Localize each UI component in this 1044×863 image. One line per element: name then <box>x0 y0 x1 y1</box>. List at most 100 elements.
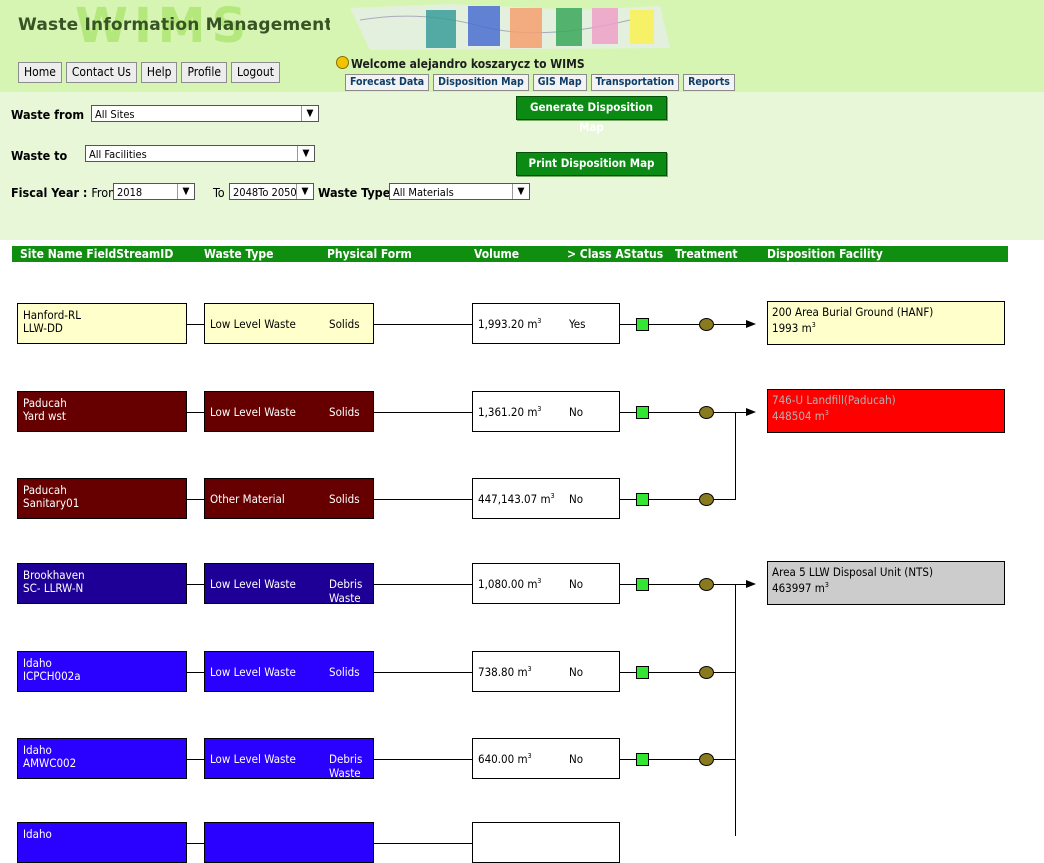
print-disposition-map-button[interactable]: Print Disposition Map <box>516 152 667 176</box>
tab-forecast-data[interactable]: Forecast Data <box>345 74 430 91</box>
volume-value: 1,080.00 m3 <box>478 577 542 591</box>
volume-box[interactable] <box>472 822 620 863</box>
volume-box[interactable]: 447,143.07 m3 No <box>472 478 620 519</box>
to-label: To <box>213 185 225 200</box>
volume-box[interactable]: 1,993.20 m3 Yes <box>472 303 620 344</box>
treatment-node[interactable] <box>699 666 714 679</box>
volume-box[interactable]: 640.00 m3 No <box>472 738 620 779</box>
tab-disposition-map[interactable]: Disposition Map <box>433 74 529 91</box>
fiscal-year-label: Fiscal Year : From <box>11 185 119 200</box>
physical-form: Debris Waste <box>329 752 363 780</box>
bus-line <box>735 584 736 836</box>
connector-line <box>714 584 735 585</box>
treatment-node[interactable] <box>699 318 714 331</box>
waste-from-label: Waste from <box>11 107 85 122</box>
treatment-node[interactable] <box>699 578 714 591</box>
connector-line <box>620 412 637 413</box>
waste-type-box[interactable]: Low Level Waste Solids <box>204 391 374 432</box>
waste-type-box[interactable]: Low Level Waste Solids <box>204 303 374 344</box>
col-treatment: Treatment <box>675 247 738 261</box>
from-year-select[interactable]: 2018 ▼ <box>113 183 195 200</box>
waste-from-select[interactable]: All Sites ▼ <box>91 105 319 122</box>
volume-box[interactable]: 1,361.20 m3 No <box>472 391 620 432</box>
site-box[interactable]: Paducah Yard wst <box>17 391 187 432</box>
waste-type-select[interactable]: All Materials ▼ <box>389 183 530 200</box>
treatment-node[interactable] <box>699 493 714 506</box>
connector-line <box>374 759 472 760</box>
tab-reports[interactable]: Reports <box>683 74 735 91</box>
class-a-status: No <box>569 577 584 591</box>
waste-to-value: All Facilities <box>89 148 147 161</box>
profile-button[interactable]: Profile <box>181 62 228 83</box>
class-a-status: No <box>569 492 584 506</box>
col-site-name: Site Name FieldStreamID <box>20 247 174 261</box>
chevron-down-icon: ▼ <box>512 184 529 199</box>
disposition-facility-box[interactable]: 746-U Landfill(Paducah) 448504 m3 <box>767 389 1005 433</box>
volume-value: 1,993.20 m3 <box>478 317 542 331</box>
waste-type: Low Level Waste <box>210 752 296 766</box>
waste-type-box[interactable]: Low Level Waste Debris Waste <box>204 563 374 605</box>
site-box[interactable]: Idaho AMWC002 <box>17 738 187 779</box>
connector-line <box>620 672 637 673</box>
volume-box[interactable]: 1,080.00 m3 No <box>472 563 620 604</box>
connector-line <box>187 672 204 673</box>
site-box[interactable]: Idaho ICPCH002a <box>17 651 187 692</box>
waste-type-box[interactable]: Other Material Solids <box>204 478 374 519</box>
welcome-text: Welcome alejandro koszarycz to WIMS <box>351 57 585 71</box>
status-indicator <box>636 753 649 766</box>
physical-form: Solids <box>329 665 360 679</box>
help-button[interactable]: Help <box>140 62 178 83</box>
col-waste-type: Waste Type <box>204 247 274 261</box>
connector-line <box>374 499 472 500</box>
stream-id: AMWC002 <box>23 756 77 770</box>
arrow-icon <box>746 580 756 588</box>
site-box[interactable]: Paducah Sanitary01 <box>17 478 187 519</box>
stream-id: ICPCH002a <box>23 669 81 683</box>
facility-name: Area 5 LLW Disposal Unit (NTS) <box>772 565 933 579</box>
connector-line <box>187 324 204 325</box>
facility-volume: 448504 m3 <box>772 408 829 423</box>
disposition-facility-box[interactable]: 200 Area Burial Ground (HANF) 1993 m3 <box>767 301 1005 345</box>
status-indicator <box>636 666 649 679</box>
site-box[interactable]: Brookhaven SC- LLRW-N <box>17 563 187 604</box>
connector-line <box>714 759 735 760</box>
waste-type-box[interactable] <box>204 822 374 863</box>
chevron-down-icon: ▼ <box>296 184 313 199</box>
tab-transportation[interactable]: Transportation <box>590 74 680 91</box>
connector-line <box>187 584 204 585</box>
unit-exponent: 3 <box>550 492 555 501</box>
to-year-value: 2048To 2050 <box>233 186 297 199</box>
waste-type: Low Level Waste <box>210 317 296 331</box>
volume-box[interactable]: 738.80 m3 No <box>472 651 620 692</box>
tab-gis-map[interactable]: GIS Map <box>532 74 587 91</box>
site-box[interactable]: Idaho <box>17 822 187 863</box>
col-physical-form: Physical Form <box>327 247 412 261</box>
column-header-bar: Site Name FieldStreamID Waste Type Physi… <box>12 246 1008 262</box>
generate-disposition-map-button[interactable]: Generate Disposition Map <box>516 96 667 134</box>
waste-type: Other Material <box>210 492 285 506</box>
col-class-a-status: > Class AStatus <box>567 247 664 261</box>
logout-button[interactable]: Logout <box>231 62 280 83</box>
physical-form: Debris Waste <box>329 577 363 605</box>
chevron-down-icon: ▼ <box>301 106 318 121</box>
class-a-status: No <box>569 405 584 419</box>
class-a-status: No <box>569 665 584 679</box>
waste-type: Low Level Waste <box>210 405 296 419</box>
contact-us-button[interactable]: Contact Us <box>65 62 137 83</box>
stream-id: SC- LLRW-N <box>23 581 84 595</box>
to-year-select[interactable]: 2048To 2050 ▼ <box>229 183 314 200</box>
volume-value: 738.80 m3 <box>478 665 532 679</box>
treatment-node[interactable] <box>699 753 714 766</box>
waste-to-select[interactable]: All Facilities ▼ <box>85 145 315 162</box>
home-button[interactable]: Home <box>18 62 62 83</box>
connector-line <box>374 843 472 844</box>
waste-type-box[interactable]: Low Level Waste Debris Waste <box>204 738 374 780</box>
site-box[interactable]: Hanford-RL LLW-DD <box>17 303 187 344</box>
disposition-facility-box[interactable]: Area 5 LLW Disposal Unit (NTS) 463997 m3 <box>767 561 1005 605</box>
unit-exponent: 3 <box>537 317 542 326</box>
waste-type: Low Level Waste <box>210 577 296 591</box>
facility-name: 746-U Landfill(Paducah) <box>772 393 896 407</box>
treatment-node[interactable] <box>699 406 714 419</box>
waste-type-box[interactable]: Low Level Waste Solids <box>204 651 374 692</box>
unit-exponent: 3 <box>527 665 532 674</box>
